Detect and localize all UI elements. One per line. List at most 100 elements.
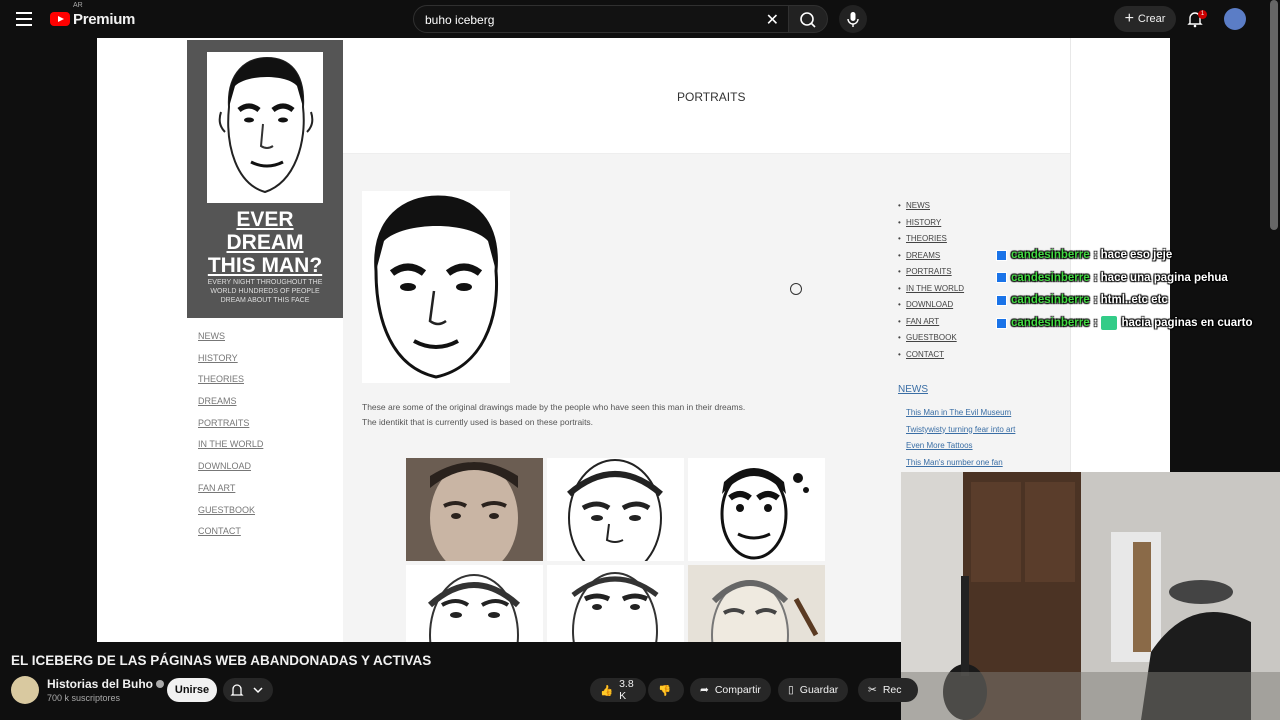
chat-badge-icon [996, 294, 1007, 306]
stream-chat-overlay: candesinberre : hace eso jeje candesinbe… [996, 244, 1252, 334]
this-man-face-image [207, 52, 323, 203]
channel-avatar[interactable] [11, 676, 39, 704]
menu-icon[interactable] [16, 12, 32, 26]
account-avatar[interactable] [1224, 8, 1246, 30]
thumbs-down-icon: 👎 [658, 684, 672, 697]
site-left-nav: NEWS HISTORY THEORIES DREAMS PORTRAITS I… [198, 331, 263, 548]
youtube-logo[interactable]: Premium [50, 8, 135, 30]
chat-message: candesinberre : html..etc etc [996, 289, 1252, 312]
chat-badge-icon [996, 272, 1007, 284]
chat-username: candesinberre [1011, 271, 1090, 284]
chat-message: candesinberre : hace eso jeje [996, 244, 1252, 267]
news-item[interactable]: Twistywisty turning fear into art [906, 425, 1015, 434]
left-nav-history[interactable]: HISTORY [198, 353, 263, 363]
right-nav-download[interactable]: DOWNLOAD [898, 300, 964, 309]
page-title: PORTRAITS [677, 90, 746, 104]
site-subtitle: EVERY NIGHT THROUGHOUT THE WORLD HUNDRED… [207, 279, 323, 304]
video-title: EL ICEBERG DE LAS PÁGINAS WEB ABANDONADA… [11, 653, 432, 668]
share-button[interactable]: ➦ Compartir [690, 678, 771, 702]
clear-icon[interactable]: ✕ [766, 10, 779, 30]
site-right-nav: NEWS HISTORY THEORIES DREAMS PORTRAITS I… [898, 201, 964, 366]
left-nav-guestbook[interactable]: GUESTBOOK [198, 505, 263, 515]
right-nav-in-the-world[interactable]: IN THE WORLD [898, 284, 964, 293]
chat-username: candesinberre [1011, 294, 1090, 307]
site-title[interactable]: EVER DREAM THIS MAN? [187, 208, 343, 277]
thumbs-up-icon: 👍 [600, 684, 614, 697]
right-nav-news[interactable]: NEWS [898, 201, 964, 210]
page-scrollbar[interactable] [1270, 0, 1278, 230]
right-nav-contact[interactable]: CONTACT [898, 350, 964, 359]
share-icon: ➦ [700, 684, 709, 696]
dislike-button[interactable]: 👎 [648, 678, 684, 702]
left-nav-download[interactable]: DOWNLOAD [198, 461, 263, 471]
video-info-bar: EL ICEBERG DE LAS PÁGINAS WEB ABANDONADA… [0, 642, 918, 720]
bell-chevron-icon [230, 684, 263, 696]
left-nav-dreams[interactable]: DREAMS [198, 396, 263, 406]
news-list: This Man in The Evil Museum Twistywisty … [906, 408, 1015, 474]
right-nav-fan-art[interactable]: FAN ART [898, 317, 964, 326]
right-nav-portraits[interactable]: PORTRAITS [898, 267, 964, 276]
youtube-topbar: Premium AR buho iceberg ✕ + Crear 1 [0, 0, 1280, 38]
chat-text: hacia paginas en cuarto [1121, 317, 1253, 330]
microphone-icon [847, 12, 859, 27]
chat-message: candesinberre : hacia paginas en cuarto [996, 312, 1252, 335]
subscriber-count: 700 k suscriptores [47, 693, 121, 703]
chat-badge-icon [996, 317, 1007, 329]
left-nav-in-the-world[interactable]: IN THE WORLD [198, 439, 263, 449]
chat-badge-icon [996, 249, 1007, 261]
join-button[interactable]: Unirse [167, 678, 217, 702]
right-nav-theories[interactable]: THEORIES [898, 234, 964, 243]
main-portrait-image [362, 191, 510, 383]
plus-icon: + [1124, 10, 1134, 27]
search-input[interactable]: buho iceberg [425, 13, 494, 27]
portrait-drawing-4[interactable] [406, 565, 543, 642]
webcam-overlay [901, 472, 1280, 720]
right-nav-history[interactable]: HISTORY [898, 218, 964, 227]
chat-emote-icon [1101, 316, 1118, 331]
site-page-header: PORTRAITS [343, 38, 1070, 154]
subscription-bell-button[interactable] [223, 678, 273, 702]
left-nav-contact[interactable]: CONTACT [198, 526, 263, 536]
chat-username: candesinberre [1011, 317, 1090, 330]
search-button[interactable] [788, 5, 828, 33]
portrait-drawing-6[interactable] [688, 565, 825, 642]
chat-message: candesinberre : hace una pagina pehua [996, 267, 1252, 290]
region-code: AR [73, 2, 83, 9]
youtube-play-icon [50, 12, 70, 26]
search-box[interactable]: buho iceberg ✕ [413, 5, 789, 33]
news-item[interactable]: This Man in The Evil Museum [906, 408, 1015, 417]
right-nav-guestbook[interactable]: GUESTBOOK [898, 333, 964, 342]
portrait-drawing-3[interactable] [688, 458, 825, 561]
portrait-drawing-5[interactable] [547, 565, 684, 642]
chat-text: : html..etc etc [1093, 294, 1168, 307]
chat-text: : hace una pagina pehua [1093, 271, 1228, 284]
site-header-block: EVER DREAM THIS MAN? EVERY NIGHT THROUGH… [187, 40, 343, 318]
search-icon [800, 12, 816, 28]
notification-count-badge: 1 [1198, 10, 1207, 19]
like-button[interactable]: 👍 3.8 K [590, 678, 646, 702]
clip-button[interactable]: ✂ Rec [858, 678, 918, 702]
news-item[interactable]: Even More Tattoos [906, 441, 1015, 450]
right-nav-dreams[interactable]: DREAMS [898, 251, 964, 260]
create-button[interactable]: + Crear [1114, 6, 1176, 32]
portrait-photo-1[interactable] [406, 458, 543, 574]
left-nav-news[interactable]: NEWS [198, 331, 263, 341]
logo-text: Premium [73, 10, 136, 28]
cursor-icon [790, 283, 802, 295]
channel-name[interactable]: Historias del Buho [47, 677, 165, 691]
save-button[interactable]: ▯ Guardar [778, 678, 849, 702]
bookmark-icon: ▯ [788, 684, 794, 696]
voice-search-button[interactable] [839, 5, 867, 33]
news-item[interactable]: This Man's number one fan [906, 458, 1015, 467]
chat-username: candesinberre [1011, 249, 1090, 262]
verified-icon [156, 680, 165, 688]
create-label: Crear [1137, 13, 1166, 25]
portraits-caption: These are some of the original drawings … [362, 402, 746, 427]
chat-text: : hace eso jeje [1093, 249, 1173, 262]
news-heading[interactable]: NEWS [898, 384, 928, 395]
left-nav-portraits[interactable]: PORTRAITS [198, 418, 263, 428]
left-nav-theories[interactable]: THEORIES [198, 374, 263, 384]
scissors-icon: ✂ [868, 684, 877, 696]
left-nav-fan-art[interactable]: FAN ART [198, 483, 263, 493]
portrait-drawing-2[interactable] [547, 458, 684, 577]
